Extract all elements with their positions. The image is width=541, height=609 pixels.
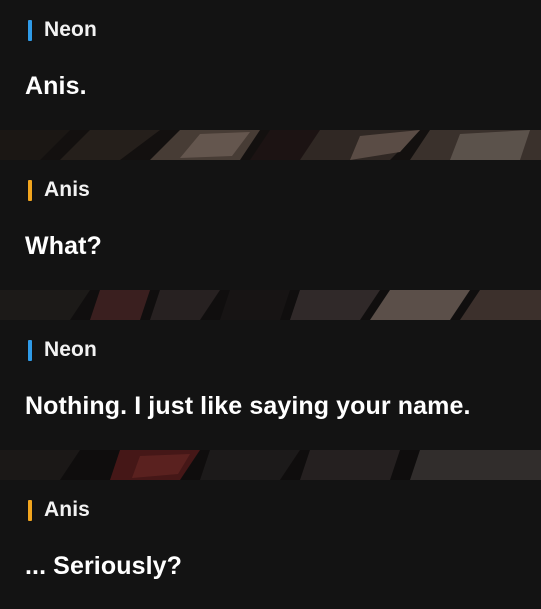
speaker-name: Neon: [44, 338, 97, 361]
dialogue-entry: Anis What?: [0, 160, 541, 290]
speaker-accent-bar: [28, 499, 32, 521]
speaker-accent-bar: [28, 179, 32, 201]
speaker-accent-bar: [28, 19, 32, 41]
speaker-tag: Neon: [28, 338, 97, 362]
dialogue-text: Anis.: [25, 72, 87, 100]
speaker-tag: Anis: [28, 498, 90, 522]
dialogue-log: Neon Anis. Anis What? Neon Nothing. I ju…: [0, 0, 541, 609]
background-art-strip: [0, 290, 541, 320]
dialogue-entry: Neon Anis.: [0, 0, 541, 130]
background-art-strip: [0, 130, 541, 160]
dialogue-entry: Anis ... Seriously?: [0, 480, 541, 609]
speaker-accent-bar: [28, 339, 32, 361]
dialogue-text: What?: [25, 232, 102, 260]
background-art-strip: [0, 450, 541, 480]
dialogue-entry: Neon Nothing. I just like saying your na…: [0, 320, 541, 450]
speaker-name: Neon: [44, 18, 97, 41]
speaker-name: Anis: [44, 178, 90, 201]
speaker-tag: Neon: [28, 18, 97, 42]
dialogue-text: Nothing. I just like saying your name.: [25, 392, 471, 420]
dialogue-text: ... Seriously?: [25, 552, 183, 580]
speaker-name: Anis: [44, 498, 90, 521]
speaker-tag: Anis: [28, 178, 90, 202]
